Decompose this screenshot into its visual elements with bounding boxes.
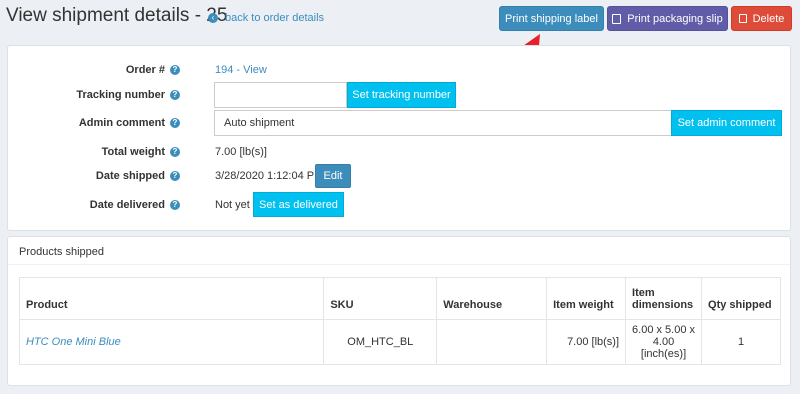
shipment-info-panel: Order # ? 194 - View Tracking number ? S… [7,45,791,231]
order-view-link[interactable]: 194 - View [215,64,267,76]
column-header-item-weight[interactable]: Item weight [546,277,627,320]
date-shipped-label-row: Date shipped ? [96,170,180,182]
print-shipping-label-text: Print shipping label [505,12,598,25]
total-weight-value: 7.00 [lb(s)] [215,146,267,158]
print-shipping-label-button[interactable]: Print shipping label [499,6,604,31]
order-number-label-row: Order # ? [126,64,180,76]
table-header-row: Product SKU Warehouse Item weight Item d… [18,277,781,320]
tracking-number-input[interactable] [214,82,347,108]
product-link[interactable]: HTC One Mini Blue [26,336,121,348]
date-shipped-date: 3/28/2020 [215,170,264,182]
column-header-qty-shipped[interactable]: Qty shipped [701,277,781,320]
column-header-warehouse[interactable]: Warehouse [436,277,548,320]
order-number-label: Order # [125,64,165,76]
item-weight-cell: 7.00 [lb(s)] [546,319,627,365]
total-weight-label-row: Total weight ? [102,146,180,158]
print-packaging-slip-button[interactable]: Print packaging slip [607,6,728,31]
edit-date-shipped-button[interactable]: Edit [315,164,351,188]
help-icon: ? [170,171,180,181]
products-table: Product SKU Warehouse Item weight Item d… [18,277,781,365]
help-icon: ? [170,65,180,75]
set-admin-comment-button[interactable]: Set admin comment [671,110,782,136]
date-shipped-label: Date shipped [95,170,165,182]
trash-icon [738,14,747,23]
tracking-number-label-row: Tracking number ? [76,89,180,101]
file-pdf-icon [612,13,622,24]
table-row: HTC One Mini Blue OM_HTC_BL 7.00 [lb(s)]… [18,319,781,365]
order-number-value[interactable]: 194 - View [215,64,267,76]
warehouse-cell [436,319,548,365]
delete-button[interactable]: Delete [731,6,792,31]
sku-cell: OM_HTC_BL [323,319,438,365]
total-weight-label: Total weight [101,146,165,158]
help-icon: ? [170,200,180,210]
admin-comment-label: Admin comment [78,117,165,129]
title-bar: View shipment details - 25 ‹ back to ord… [0,0,800,38]
arrow-left-circle-icon: ‹ [208,13,218,23]
set-as-delivered-button[interactable]: Set as delivered [253,192,344,217]
item-dimensions-cell: 6.00 x 5.00 x 4.00 [inch(es)] [625,319,703,365]
help-icon: ? [170,90,180,100]
admin-comment-input[interactable]: Auto shipment [214,110,672,136]
set-tracking-number-button[interactable]: Set tracking number [347,82,456,108]
page-title: View shipment details - 25 [6,5,228,26]
back-to-order-link[interactable]: ‹ back to order details [208,12,324,24]
date-delivered-label-row: Date delivered ? [90,199,180,211]
tracking-number-label: Tracking number [76,89,165,101]
date-delivered-label: Date delivered [89,199,165,211]
print-packaging-slip-text: Print packaging slip [627,12,723,25]
product-cell[interactable]: HTC One Mini Blue [18,319,325,365]
delete-text: Delete [752,12,785,25]
admin-comment-label-row: Admin comment ? [79,117,180,129]
products-shipped-panel: Products shipped Product SKU Warehouse I… [7,236,791,386]
help-icon: ? [170,118,180,128]
date-shipped-value: 3/28/2020 1:12:04 PM [215,170,323,182]
back-link-label[interactable]: back to order details [225,12,324,24]
column-header-item-dimensions[interactable]: Item dimensions [625,277,703,320]
qty-shipped-cell: 1 [701,319,781,365]
help-icon: ? [170,147,180,157]
column-header-product[interactable]: Product [18,277,325,320]
column-header-sku[interactable]: SKU [323,277,438,320]
date-delivered-value: Not yet [215,199,250,211]
products-shipped-heading: Products shipped [8,237,790,265]
